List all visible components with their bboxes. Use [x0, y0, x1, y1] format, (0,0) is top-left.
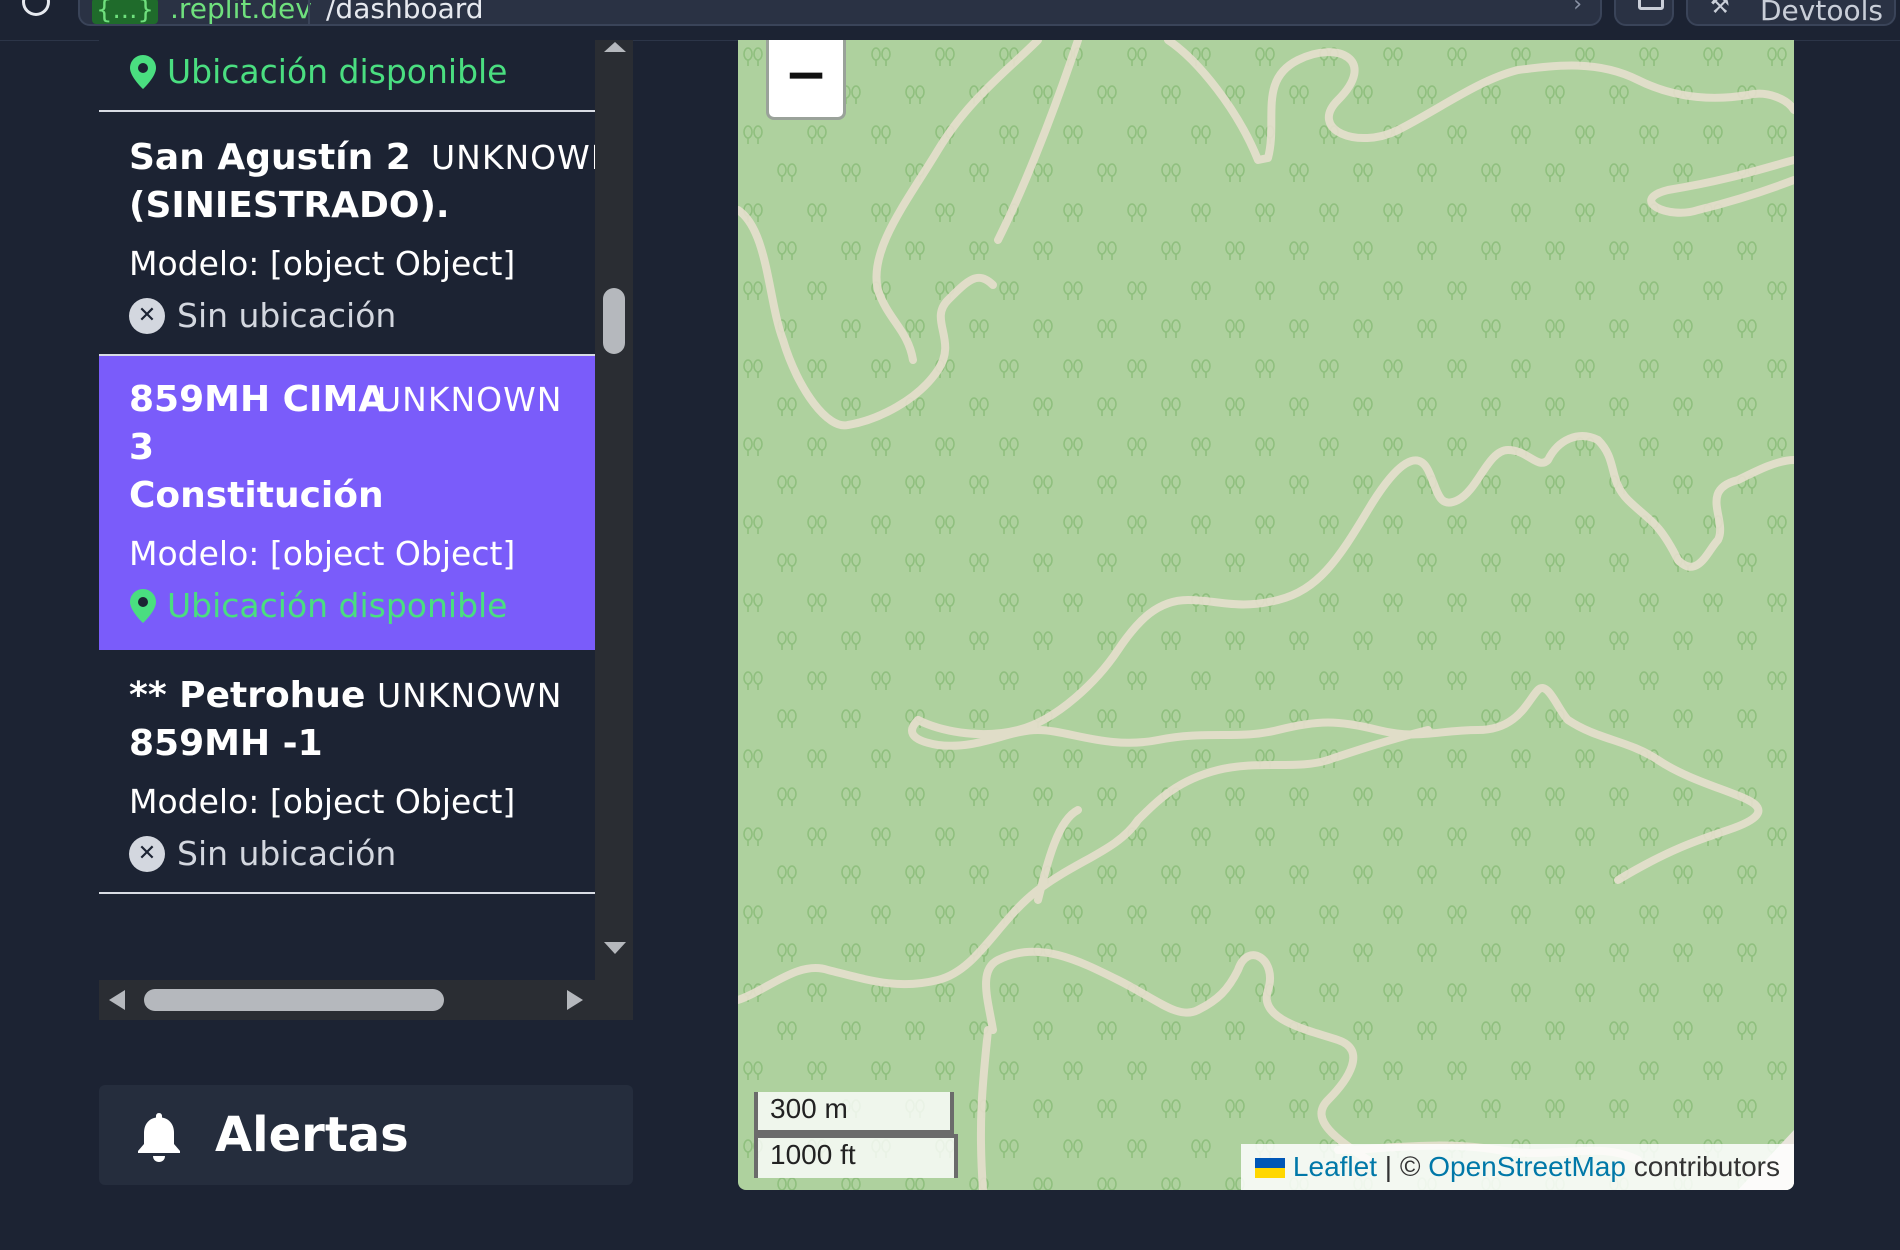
vehicle-model: Modelo: [object Object] [129, 782, 516, 821]
ukraine-flag-icon [1254, 1158, 1285, 1178]
map-pin-icon [129, 588, 157, 624]
devtools-label: Devtools [1760, 0, 1883, 27]
vehicle-list-item[interactable]: 859MH CIMA 3 Constitución UNKNOWN Modelo: … [99, 356, 595, 650]
vehicle-header: San Agustín 2 (SINIESTRADO).UNKNOWN [129, 134, 595, 230]
vehicle-status: UNKNOWN [431, 138, 595, 177]
address-bar[interactable]: {...} .replit.dev /dashboard › [78, 0, 1602, 26]
vehicle-location: Ubicación disponible [129, 52, 565, 92]
x-circle-icon: ✕ [129, 298, 165, 334]
scroll-right-arrow-icon[interactable] [567, 990, 583, 1010]
bell-icon [138, 1113, 180, 1162]
map-view[interactable]: − 300 m 1000 ft Leaflet | © OpenStreetMa… [738, 40, 1794, 1190]
vehicle-list-panel: Modelo: [object Object] Ubicación disponi… [99, 40, 633, 1020]
vehicle-location-label: Sin ubicación [177, 296, 397, 335]
map-tiles [738, 40, 1794, 1190]
device-preview-button[interactable] [1614, 0, 1674, 26]
vehicle-header: 859MH CIMA 3 Constitución UNKNOWN [129, 376, 565, 520]
alerts-card[interactable]: Alertas [99, 1085, 633, 1185]
scrollbar-thumb[interactable] [603, 288, 625, 354]
vehicle-location: Ubicación disponible [129, 586, 565, 626]
vehicle-list-item[interactable]: Modelo: [object Object]Ubicación disponi… [99, 40, 595, 112]
browser-toolbar: {...} .replit.dev /dashboard › ⚒ Devtool… [0, 0, 1900, 41]
scale-imperial: 1000 ft [754, 1134, 958, 1178]
vehicle-location-label: Ubicación disponible [167, 52, 508, 91]
url-domain: .replit.dev [170, 0, 312, 25]
scroll-down-arrow-icon[interactable] [604, 942, 626, 954]
alerts-title: Alertas [215, 1107, 409, 1163]
url-subdomain: {...} [92, 0, 158, 24]
attribution-suffix: contributors [1633, 1151, 1780, 1182]
zoom-out-button[interactable]: − [766, 40, 846, 120]
vehicle-list[interactable]: Modelo: [object Object] Ubicación disponi… [99, 40, 595, 980]
leaflet-link[interactable]: Leaflet [1293, 1151, 1377, 1182]
reload-icon[interactable] [22, 0, 50, 16]
openstreetmap-link[interactable]: OpenStreetMap [1428, 1151, 1626, 1182]
vehicle-location-label: Sin ubicación [177, 834, 397, 873]
map-pin-icon [129, 54, 157, 90]
attribution-separator: | © [1384, 1151, 1421, 1182]
url-path: /dashboard [326, 0, 484, 25]
vertical-scrollbar[interactable] [595, 40, 633, 980]
map-attribution: Leaflet | © OpenStreetMap contributors [1240, 1144, 1794, 1190]
scroll-left-arrow-icon[interactable] [109, 990, 125, 1010]
chevron-right-icon[interactable]: › [1573, 0, 1582, 17]
x-circle-icon: ✕ [129, 836, 165, 872]
url-divider [308, 0, 310, 26]
vehicle-model: Modelo: [object Object] [129, 244, 516, 283]
vehicle-header: ** Petrohue 859MH -1 UNKNOWN [129, 672, 565, 768]
scale-metric: 300 m [754, 1092, 954, 1134]
vehicle-location: ✕ Sin ubicación [129, 834, 565, 874]
monitor-icon [1638, 0, 1664, 10]
vehicle-status: UNKNOWN [377, 380, 563, 419]
vehicle-location-label: Ubicación disponible [167, 586, 508, 625]
vehicle-list-item[interactable]: San Agustín 2 (SINIESTRADO).UNKNOWN Model… [99, 112, 595, 356]
devtools-button[interactable]: ⚒ Devtools [1686, 0, 1896, 27]
vehicle-status: UNKNOWN [377, 676, 563, 715]
wrench-icon: ⚒ [1710, 0, 1730, 19]
vehicle-list-item[interactable]: ** Petrohue 859MH -1 UNKNOWN Modelo: [obje… [99, 650, 595, 894]
vehicle-location: ✕ Sin ubicación [129, 296, 565, 336]
scrollbar-thumb-horizontal[interactable] [144, 989, 444, 1011]
horizontal-scrollbar[interactable] [99, 980, 633, 1020]
scroll-up-arrow-icon[interactable] [604, 42, 626, 52]
vehicle-model: Modelo: [object Object] [129, 534, 516, 573]
